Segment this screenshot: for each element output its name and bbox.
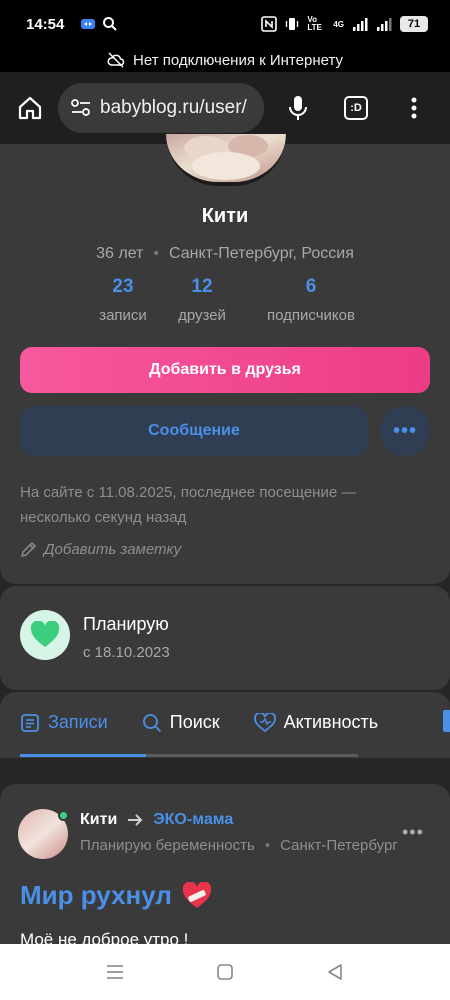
planning-title: Планирую xyxy=(83,614,169,634)
post-title-text: Мир рухнул xyxy=(20,880,172,910)
tab-scroll-track xyxy=(146,754,358,757)
stat-followers[interactable]: 6 подписчиков xyxy=(246,276,376,324)
add-note-link[interactable]: Добавить заметку xyxy=(20,540,181,558)
status-time: 14:54 xyxy=(26,15,65,33)
app-notification-icon xyxy=(81,19,96,29)
planning-card[interactable]: Планирую с 18.10.2023 xyxy=(0,586,450,690)
site-settings-icon xyxy=(71,99,90,116)
system-nav-bar xyxy=(0,944,450,1000)
heart-activity-icon xyxy=(253,712,276,732)
back-nav-icon[interactable] xyxy=(326,963,344,981)
profile-tabs: Записи Поиск Активность xyxy=(0,692,450,758)
heart-icon xyxy=(30,621,60,647)
battery-indicator: 71 xyxy=(400,16,428,32)
stat-posts-value: 23 xyxy=(112,276,134,297)
microphone-icon xyxy=(289,96,307,120)
profile-stats: 23 записи 12 друзей 6 подписчиков xyxy=(80,276,376,324)
arrow-right-icon xyxy=(128,814,143,826)
stat-followers-label: подписчиков xyxy=(267,307,355,324)
search-status-icon xyxy=(103,17,118,31)
add-friend-button[interactable]: Добавить в друзья xyxy=(20,347,430,393)
profile-location: Санкт-Петербург, Россия xyxy=(169,245,354,262)
tab-switcher-label: :D xyxy=(350,102,362,114)
volte-label: Vo LTE xyxy=(307,15,322,32)
tab-search[interactable]: Поиск xyxy=(142,712,220,733)
voice-search-button[interactable] xyxy=(280,90,316,126)
heart-bandage-emoji-icon xyxy=(182,881,212,908)
post-author-status: Планирую беременность xyxy=(80,837,255,854)
profile-age: 36 лет xyxy=(96,245,144,262)
active-tab-indicator xyxy=(20,754,146,757)
post-sub-separator: • xyxy=(264,837,271,854)
offline-text: Нет подключения к Интернету xyxy=(133,51,343,69)
posts-icon xyxy=(21,713,39,732)
search-icon xyxy=(142,713,161,732)
planning-date: с 18.10.2023 xyxy=(83,644,170,661)
tab-posts-label: Записи xyxy=(48,712,108,732)
tab-search-label: Поиск xyxy=(169,712,220,732)
home-icon xyxy=(18,96,42,120)
home-nav-icon[interactable] xyxy=(216,963,234,981)
stat-posts[interactable]: 23 записи xyxy=(80,276,166,324)
avatar-photo xyxy=(184,135,268,180)
online-indicator xyxy=(58,810,69,821)
status-bar: 14:54 Vo LTE 4G 71 xyxy=(0,0,450,48)
profile-card: Кити 36 лет • Санкт-Петербург, Россия 23 з… xyxy=(0,134,450,584)
more-vert-icon xyxy=(411,97,417,119)
pencil-icon xyxy=(20,541,37,558)
profile-meta: 36 лет • Санкт-Петербург, Россия xyxy=(0,245,450,263)
stat-friends-label: друзей xyxy=(178,307,226,324)
tab-activity[interactable]: Активность xyxy=(253,712,379,733)
stat-posts-label: записи xyxy=(99,307,147,324)
add-note-label: Добавить заметку xyxy=(44,540,182,558)
profile-name: Кити xyxy=(201,205,249,227)
meta-separator: • xyxy=(153,245,159,262)
recents-menu-icon[interactable] xyxy=(106,964,124,980)
browser-menu-button[interactable] xyxy=(396,90,432,126)
post-title[interactable]: Мир рухнул xyxy=(20,880,212,911)
post-community[interactable]: ЭКО-мама xyxy=(153,811,233,829)
last-visit-text: На сайте с 11.08.2025, последнее посещен… xyxy=(20,484,357,526)
url-text: babyblog.ru/user/ xyxy=(100,97,247,118)
network-type-label: 4G xyxy=(333,19,344,29)
stat-followers-value: 6 xyxy=(305,276,317,297)
next-tab-icon[interactable] xyxy=(443,710,450,732)
cloud-off-icon xyxy=(107,52,125,68)
tabs-button[interactable]: :D xyxy=(338,90,374,126)
post-author-location: Санкт-Петербург xyxy=(280,837,398,854)
tab-posts[interactable]: Записи xyxy=(20,712,108,733)
home-button[interactable] xyxy=(12,90,48,126)
stat-friends[interactable]: 12 друзей xyxy=(166,276,238,324)
stat-friends-value: 12 xyxy=(191,276,213,297)
post-subtitle: Планирую беременность • Санкт-Петербург xyxy=(80,837,402,854)
offline-banner: Нет подключения к Интернету xyxy=(0,48,450,72)
post-header: Кити ЭКО-мама xyxy=(80,811,233,829)
post-more-button[interactable]: ••• xyxy=(402,822,424,843)
tab-switcher-icon: :D xyxy=(344,96,368,120)
message-button[interactable]: Сообщение xyxy=(20,406,368,456)
tab-activity-label: Активность xyxy=(283,712,379,732)
planning-badge xyxy=(20,610,70,660)
signal-icon-1 xyxy=(353,18,368,31)
more-actions-button[interactable]: ••• xyxy=(380,406,430,456)
post-author[interactable]: Кити xyxy=(80,811,117,829)
nfc-icon xyxy=(261,16,278,32)
signal-icon-2 xyxy=(377,18,392,31)
url-bar[interactable]: babyblog.ru/user/ xyxy=(58,83,264,133)
vibrate-icon xyxy=(286,18,299,30)
profile-avatar[interactable] xyxy=(166,134,286,186)
